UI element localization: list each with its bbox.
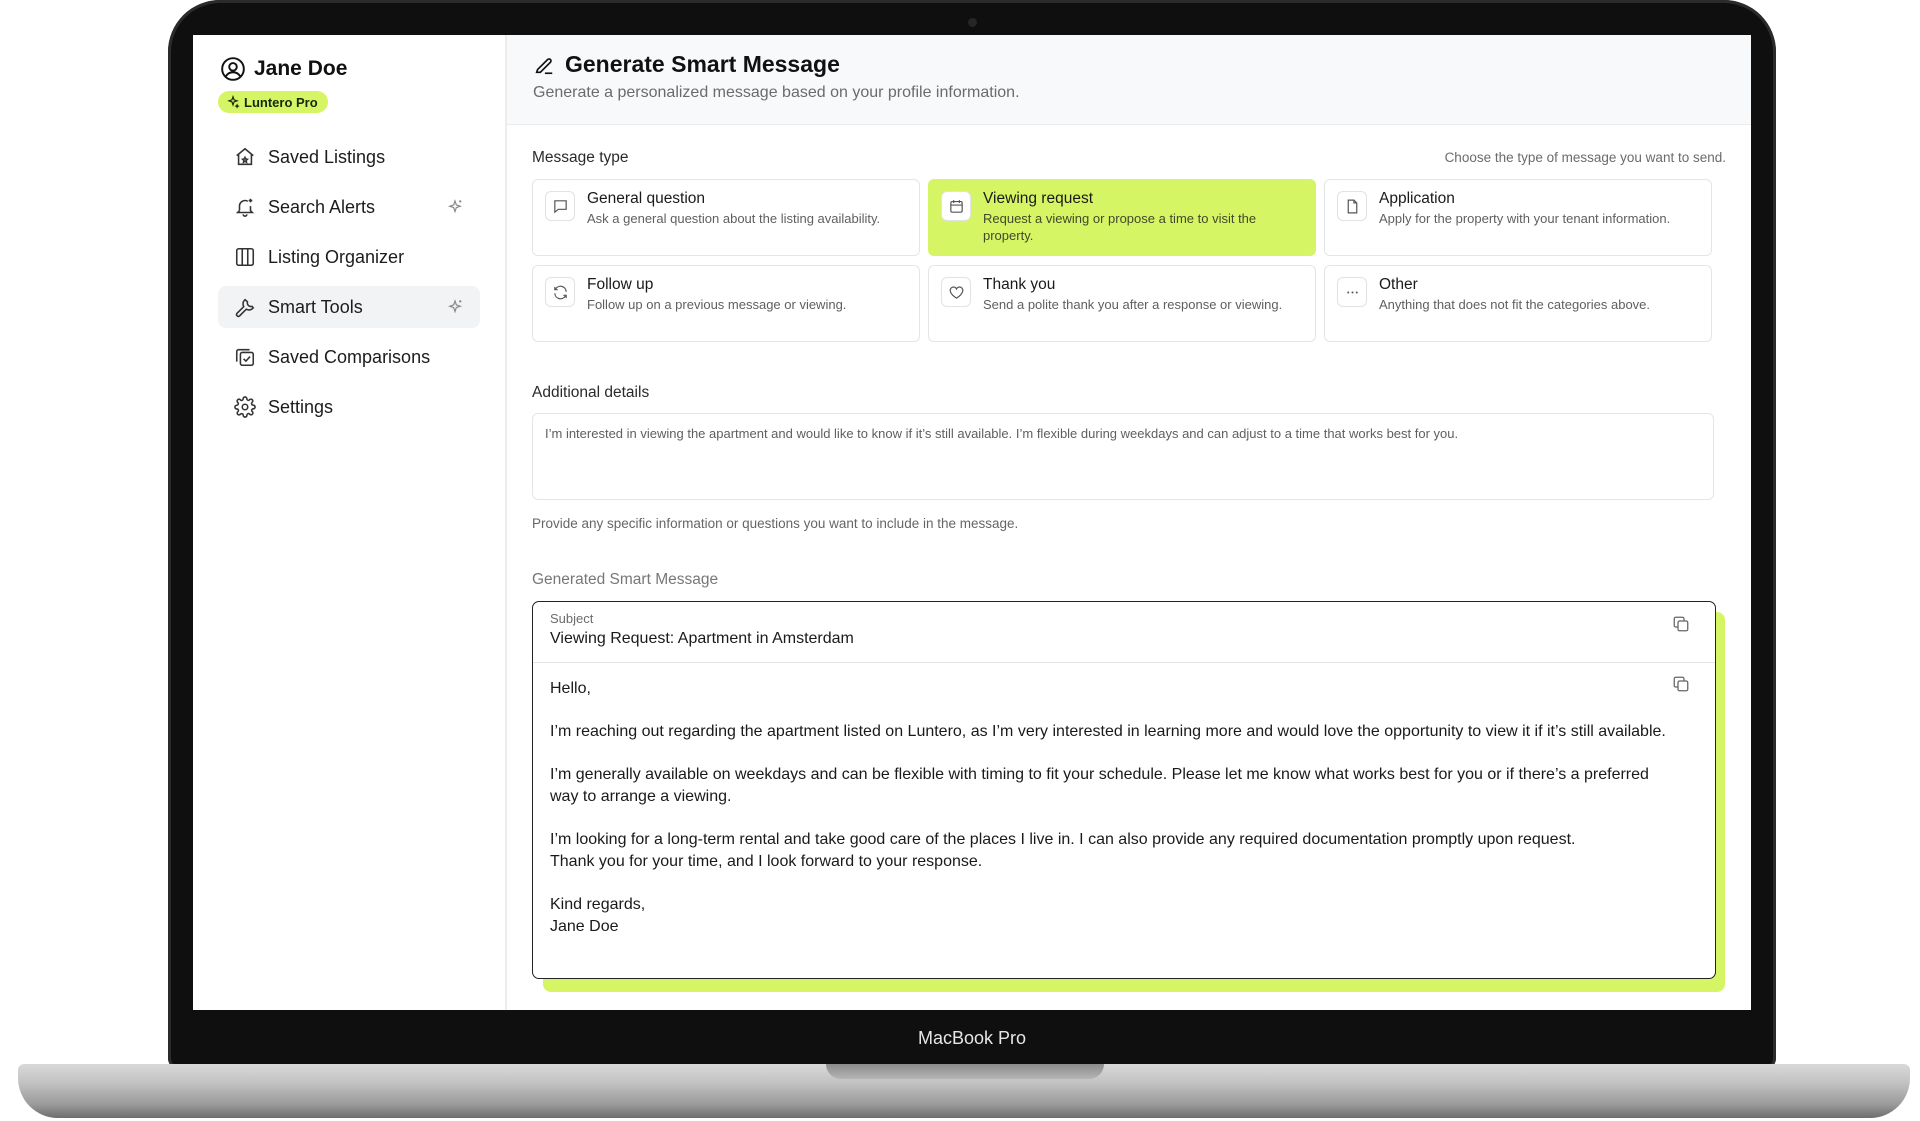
house-icon [234,146,256,168]
device-label: MacBook Pro [917,1028,1027,1048]
copy-icon [1673,676,1689,692]
page-title: Generate Smart Message [565,51,840,77]
type-option-desc: Ask a general question about the listing… [587,211,881,226]
document-icon [1337,191,1367,221]
type-option-title: Application [1379,190,1455,207]
details-help: Provide any specific information or ques… [532,516,1019,531]
more-icon [1337,277,1367,307]
sidebar-item-label: Listing Organizer [268,246,405,267]
type-option-follow-up[interactable]: Follow up Follow up on a previous messag… [532,265,920,342]
compare-icon [234,346,256,368]
pro-badge-label: Luntero Pro [244,94,318,110]
pro-badge: Luntero Pro [218,91,328,113]
type-option-desc: Anything that does not fit the categorie… [1379,297,1651,312]
message-form: Message type Choose the type of message … [507,125,1751,997]
subject-value: Viewing Request: Apartment in Amsterdam [550,630,854,647]
type-option-title: General question [587,190,706,207]
subject-label: Subject [550,611,594,626]
sidebar-item-saved-listings[interactable]: Saved Listings [218,136,480,178]
message-paragraph: I’m reaching out regarding the apartment… [550,723,1666,740]
wrench-icon [234,296,256,318]
page-header: Generate Smart Message Generate a person… [507,35,1751,125]
type-option-title: Thank you [983,276,1056,293]
type-option-viewing-request[interactable]: Viewing request Request a viewing or pro… [928,179,1316,256]
page-subtitle: Generate a personalized message based on… [533,84,1020,101]
pencil-icon [533,54,555,76]
sidebar-item-label: Smart Tools [268,296,363,317]
message-signature: Jane Doe [550,918,619,935]
copy-icon [1673,616,1689,632]
sidebar-item-saved-comparisons[interactable]: Saved Comparisons [218,336,480,378]
type-option-general-question[interactable]: General question Ask a general question … [532,179,920,256]
type-option-thank-you[interactable]: Thank you Send a polite thank you after … [928,265,1316,342]
main-panel: Generate Smart Message Generate a person… [507,35,1751,1010]
sparkle-icon [446,298,464,316]
bell-icon [234,196,256,218]
sparkle-icon [227,95,240,109]
sidebar-item-settings[interactable]: Settings [218,386,480,428]
sidebar-item-label: Settings [268,396,334,417]
sidebar-nav: Saved Listings Search Alerts Listing Org… [218,136,480,428]
copy-body-button[interactable] [1672,675,1694,697]
sidebar-item-listing-organizer[interactable]: Listing Organizer [218,236,480,278]
sidebar-item-search-alerts[interactable]: Search Alerts [218,186,480,228]
type-option-desc: Follow up on a previous message or viewi… [587,297,847,312]
message-line: I’m looking for a long-term rental and t… [550,831,1576,848]
message-signoff: Kind regards, Jane Doe [550,894,1680,938]
type-option-title: Follow up [587,276,654,293]
type-option-desc: Apply for the property with your tenant … [1379,211,1671,226]
subject-block: Subject Viewing Request: Apartment in Am… [533,602,1715,663]
type-option-title: Other [1379,276,1418,293]
user-circle-icon [220,56,246,82]
type-option-desc: Send a polite thank you after a response… [983,297,1283,312]
user-profile[interactable]: Jane Doe [220,53,480,85]
sparkle-icon [446,198,464,216]
message-type-hint: Choose the type of message you want to s… [1444,150,1726,165]
message-greeting: Hello, [550,680,591,697]
user-name: Jane Doe [254,57,348,80]
copy-subject-button[interactable] [1672,615,1694,637]
message-body: Hello, I’m reaching out regarding the ap… [533,663,1715,938]
laptop-notch [826,1064,1104,1079]
camera [968,18,977,27]
generated-label: Generated Smart Message [532,571,719,588]
heart-icon [941,277,971,307]
type-option-application[interactable]: Application Apply for the property with … [1324,179,1712,256]
message-closing: Kind regards, [550,896,646,913]
sidebar-item-label: Saved Comparisons [268,346,431,367]
calendar-icon [941,191,971,221]
message-type-label: Message type [532,149,629,166]
message-paragraph: I’m generally available on weekdays and … [550,766,1649,805]
gear-icon [234,396,256,418]
type-option-other[interactable]: Other Anything that does not fit the cat… [1324,265,1712,342]
details-textarea[interactable]: I’m interested in viewing the apartment … [532,413,1714,500]
app-screen: Jane Doe Luntero Pro Saved Listings Sear… [193,35,1751,1010]
details-label: Additional details [532,384,650,401]
sidebar: Jane Doe Luntero Pro Saved Listings Sear… [193,35,507,1010]
type-option-desc: Request a viewing or propose a time to v… [983,211,1257,243]
message-line: Thank you for your time, and I look forw… [550,853,983,870]
generated-card: Subject Viewing Request: Apartment in Am… [532,601,1716,979]
type-option-title: Viewing request [983,190,1094,207]
message-type-grid: General question Ask a general question … [532,179,1726,342]
sidebar-item-smart-tools[interactable]: Smart Tools [218,286,480,328]
generated-message: Subject Viewing Request: Apartment in Am… [532,601,1726,997]
refresh-icon [545,277,575,307]
columns-icon [234,246,256,268]
message-paragraph: I’m looking for a long-term rental and t… [550,829,1680,873]
sidebar-item-label: Search Alerts [268,196,376,217]
sidebar-item-label: Saved Listings [268,146,386,167]
chat-icon [545,191,575,221]
